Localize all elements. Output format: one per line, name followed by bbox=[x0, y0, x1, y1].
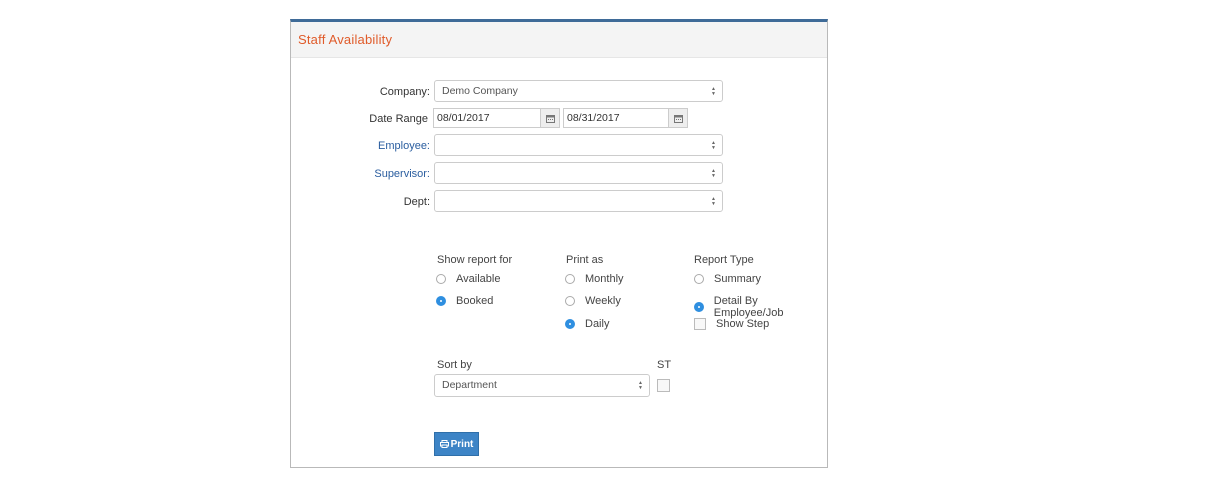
radio-monthly[interactable]: Monthly bbox=[565, 273, 624, 285]
calendar-to-button[interactable] bbox=[668, 108, 688, 128]
panel-header: Staff Availability bbox=[291, 22, 827, 58]
sort-caret-icon: ▲ ▼ bbox=[711, 140, 716, 151]
radio-monthly-label: Monthly bbox=[585, 273, 624, 285]
sort-by-label: Sort by bbox=[437, 359, 472, 371]
radio-available-circle[interactable] bbox=[436, 274, 446, 284]
radio-detail-label: Detail By Employee/Job bbox=[713, 295, 784, 319]
radio-booked-circle[interactable] bbox=[436, 296, 446, 306]
radio-daily-label: Daily bbox=[585, 318, 610, 330]
date-to-input[interactable]: 08/31/2017 bbox=[563, 108, 669, 128]
radio-daily[interactable]: Daily bbox=[565, 318, 609, 330]
sort-caret-icon: ▲ ▼ bbox=[711, 86, 716, 97]
date-range-label: Date Range bbox=[369, 113, 428, 125]
employee-select[interactable]: ▲ ▼ bbox=[434, 134, 723, 156]
radio-available[interactable]: Available bbox=[436, 273, 500, 285]
print-as-heading: Print as bbox=[566, 254, 604, 266]
dept-label: Dept: bbox=[403, 196, 430, 208]
printer-icon bbox=[439, 440, 449, 448]
radio-summary-circle[interactable] bbox=[694, 274, 704, 284]
print-button-label: Print bbox=[450, 438, 474, 450]
radio-summary-label: Summary bbox=[714, 273, 762, 285]
st-checkbox[interactable] bbox=[657, 379, 670, 392]
show-report-for-heading: Show report for bbox=[437, 254, 513, 266]
company-value: Demo Company bbox=[442, 85, 518, 97]
staff-availability-panel: Staff Availability Company: Demo Company… bbox=[290, 19, 828, 468]
calendar-icon bbox=[673, 114, 683, 123]
sort-caret-icon: ▲ ▼ bbox=[711, 168, 716, 179]
supervisor-label[interactable]: Supervisor: bbox=[290, 168, 430, 180]
dept-select[interactable]: ▲ ▼ bbox=[434, 190, 723, 212]
radio-available-label: Available bbox=[456, 273, 501, 285]
radio-weekly-circle[interactable] bbox=[565, 296, 575, 306]
report-type-heading: Report Type bbox=[694, 254, 754, 266]
radio-booked[interactable]: Booked bbox=[436, 295, 493, 307]
radio-monthly-circle[interactable] bbox=[565, 274, 575, 284]
employee-label[interactable]: Employee: bbox=[290, 140, 430, 152]
radio-daily-circle[interactable] bbox=[565, 319, 575, 329]
panel-title: Staff Availability bbox=[298, 32, 393, 47]
calendar-icon bbox=[545, 114, 555, 123]
sort-caret-icon: ▲ ▼ bbox=[638, 380, 643, 391]
show-step-checkbox[interactable] bbox=[694, 318, 706, 330]
calendar-from-button[interactable] bbox=[540, 108, 560, 128]
sort-by-value: Department bbox=[442, 379, 497, 391]
radio-detail-circle[interactable] bbox=[694, 302, 704, 312]
radio-weekly[interactable]: Weekly bbox=[565, 295, 621, 307]
sort-caret-icon: ▲ ▼ bbox=[711, 196, 716, 207]
print-button[interactable]: Print bbox=[434, 432, 479, 456]
company-select[interactable]: Demo Company ▲ ▼ bbox=[434, 80, 723, 102]
radio-booked-label: Booked bbox=[456, 295, 494, 307]
date-from-input[interactable]: 08/01/2017 bbox=[433, 108, 541, 128]
radio-detail-by-employee-job[interactable]: Detail By Employee/Job bbox=[694, 295, 827, 319]
supervisor-select[interactable]: ▲ ▼ bbox=[434, 162, 723, 184]
st-label: ST bbox=[657, 359, 672, 371]
company-label: Company: bbox=[379, 86, 430, 98]
radio-weekly-label: Weekly bbox=[585, 295, 621, 307]
show-step-label: Show Step bbox=[716, 318, 770, 330]
show-step-option[interactable]: Show Step bbox=[694, 318, 769, 330]
radio-summary[interactable]: Summary bbox=[694, 273, 761, 285]
sort-by-select[interactable]: Department ▲ ▼ bbox=[434, 374, 650, 397]
